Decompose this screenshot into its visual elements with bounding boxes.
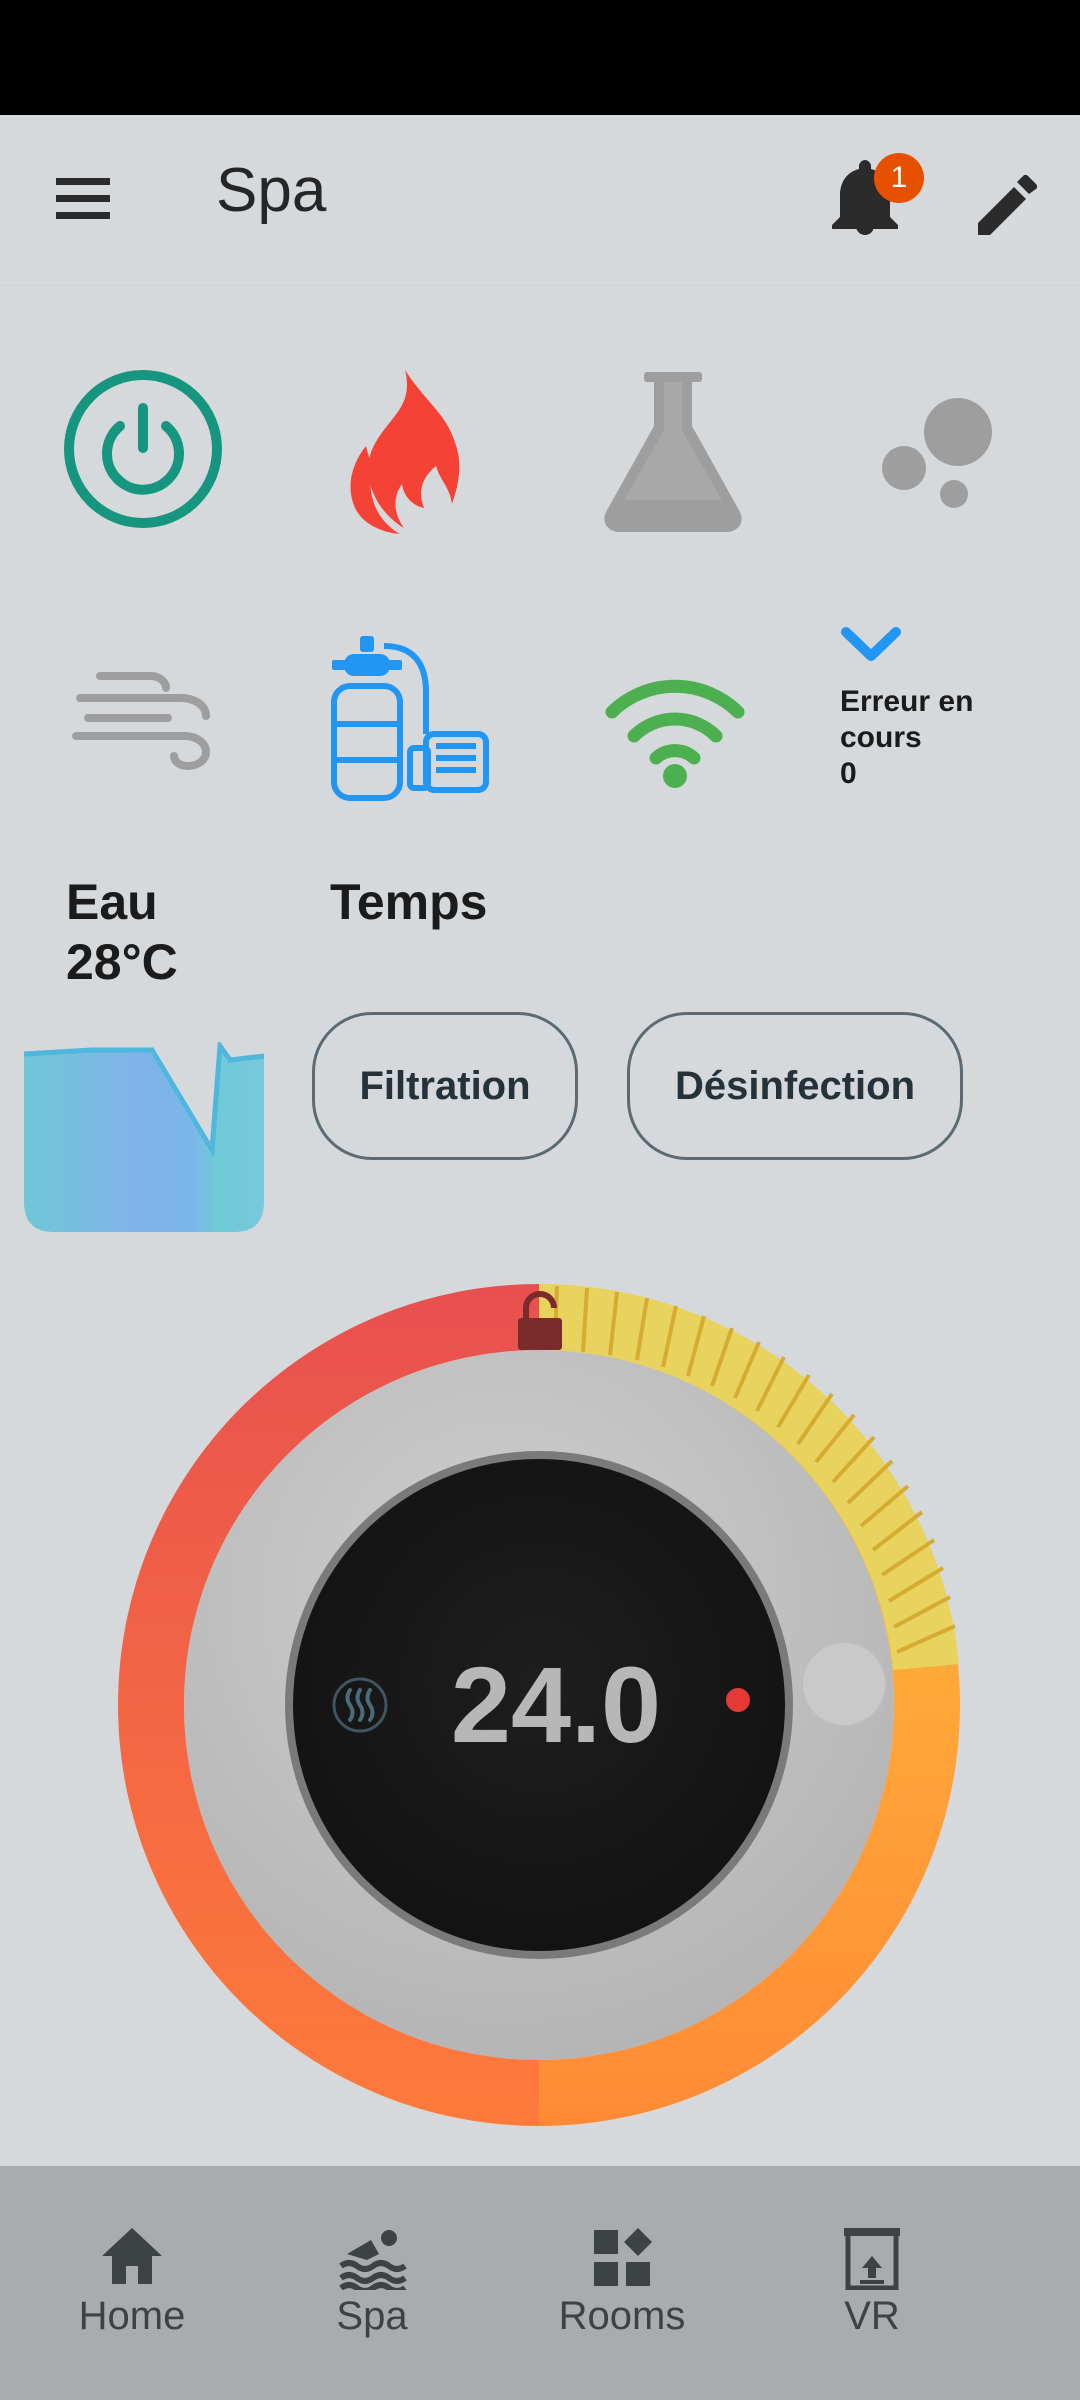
error-status: Erreur en cours 0 xyxy=(840,684,1060,792)
pool-pump-icon xyxy=(331,636,489,801)
filtration-pump-status[interactable] xyxy=(322,634,492,809)
water-temperature: 28°C xyxy=(66,934,178,990)
menu-button[interactable] xyxy=(40,160,130,240)
nav-home-label: Home xyxy=(78,2294,186,2338)
error-value: 0 xyxy=(840,757,857,790)
filtration-button[interactable]: Filtration xyxy=(312,1012,578,1160)
home-icon xyxy=(102,2228,162,2284)
nav-rooms-label: Rooms xyxy=(558,2294,686,2338)
notification-badge: 1 xyxy=(874,153,924,203)
power-toggle[interactable] xyxy=(62,368,224,535)
nav-home[interactable]: Home xyxy=(22,2166,242,2400)
bottom-navigation: Home Spa Rooms VR xyxy=(0,2166,1080,2400)
disinfection-button[interactable]: Désinfection xyxy=(627,1012,963,1160)
bubbles-icon xyxy=(882,398,992,508)
nav-spa[interactable]: Spa xyxy=(262,2166,482,2400)
nav-vr-label: VR xyxy=(844,2294,900,2338)
page-title: Spa xyxy=(216,156,327,225)
power-icon xyxy=(64,370,222,528)
wifi-status[interactable] xyxy=(602,674,748,795)
error-expand-toggle[interactable] xyxy=(840,624,902,673)
widgets-icon xyxy=(594,2228,652,2286)
flask-icon xyxy=(604,372,742,532)
thermostat-handle[interactable] xyxy=(801,1641,887,1727)
thermostat-dial[interactable]: 24.0 xyxy=(114,1280,964,2135)
nav-spa-label: Spa xyxy=(336,2294,408,2338)
weather-label: Temps xyxy=(330,874,488,930)
water-tank-icon xyxy=(23,1038,265,1232)
nav-rooms[interactable]: Rooms xyxy=(512,2166,732,2400)
water-sensor: Eau 28°C xyxy=(66,872,178,992)
thermostat-value: 24.0 xyxy=(451,1644,661,1765)
heater-toggle[interactable] xyxy=(330,366,480,541)
error-label: Erreur en cours xyxy=(840,685,974,754)
blower-toggle[interactable] xyxy=(70,656,220,781)
swim-icon xyxy=(339,2230,407,2290)
edit-button[interactable] xyxy=(962,159,1052,249)
menu-icon xyxy=(56,178,110,219)
bubbles-toggle[interactable] xyxy=(874,394,1004,519)
dashboard: Erreur en cours 0 Eau 28°C Temps Filtrat… xyxy=(0,286,1080,2166)
pencil-icon xyxy=(978,174,1038,235)
app-bar: Spa 1 xyxy=(0,115,1080,286)
chemistry-toggle[interactable] xyxy=(590,368,756,539)
wifi-icon xyxy=(605,679,745,788)
heating-indicator xyxy=(726,1688,750,1712)
chevron-down-icon xyxy=(841,627,901,661)
wind-icon xyxy=(72,672,211,771)
water-level-graphic xyxy=(22,1038,266,1237)
water-label: Eau xyxy=(66,874,158,930)
status-bar xyxy=(0,0,1080,115)
projector-screen-icon xyxy=(844,2228,900,2290)
notifications-button[interactable]: 1 xyxy=(820,153,924,245)
flame-icon xyxy=(350,370,460,534)
nav-vr[interactable]: VR xyxy=(762,2166,982,2400)
